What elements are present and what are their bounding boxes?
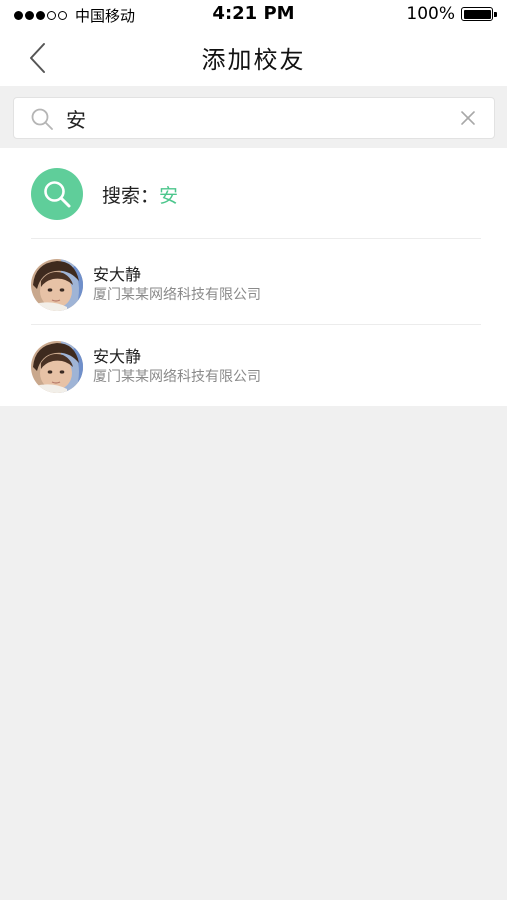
battery-percent: 100% <box>406 4 455 24</box>
search-icon <box>31 108 53 130</box>
search-suggestion-row[interactable]: 搜索：安 <box>0 148 507 238</box>
user-company: 厦门某某网络科技有限公司 <box>93 369 261 385</box>
avatar <box>31 259 83 311</box>
battery-icon <box>461 7 497 21</box>
search-suggestion-keyword: 安 <box>159 185 179 207</box>
avatar <box>31 341 83 393</box>
search-icon <box>44 181 71 208</box>
user-result-row[interactable]: 安大静 厦门某某网络科技有限公司 <box>0 242 507 324</box>
search-box[interactable] <box>13 97 495 139</box>
search-area <box>0 86 507 148</box>
status-right: 100% <box>406 4 497 24</box>
user-company: 厦门某某网络科技有限公司 <box>93 287 261 303</box>
search-suggestion-prefix: 搜索： <box>102 185 160 207</box>
status-bar: 中国移动 4:21 PM 100% <box>0 0 507 30</box>
user-name: 安大静 <box>93 347 142 366</box>
divider <box>31 238 481 239</box>
results-list: 搜索：安 安大静 厦门某某网络科技有限公司 安大静 厦门某某网络科技有限公司 <box>0 148 507 406</box>
clear-button[interactable] <box>460 110 476 126</box>
search-suggestion-text: 搜索：安 <box>102 181 178 208</box>
nav-bar: 添加校友 <box>0 30 507 86</box>
search-suggestion-icon-circle <box>31 168 83 220</box>
user-result-row[interactable]: 安大静 厦门某某网络科技有限公司 <box>0 324 507 406</box>
user-name: 安大静 <box>93 265 142 284</box>
search-input[interactable] <box>66 104 456 132</box>
page-title: 添加校友 <box>201 46 306 74</box>
close-icon <box>461 111 475 125</box>
